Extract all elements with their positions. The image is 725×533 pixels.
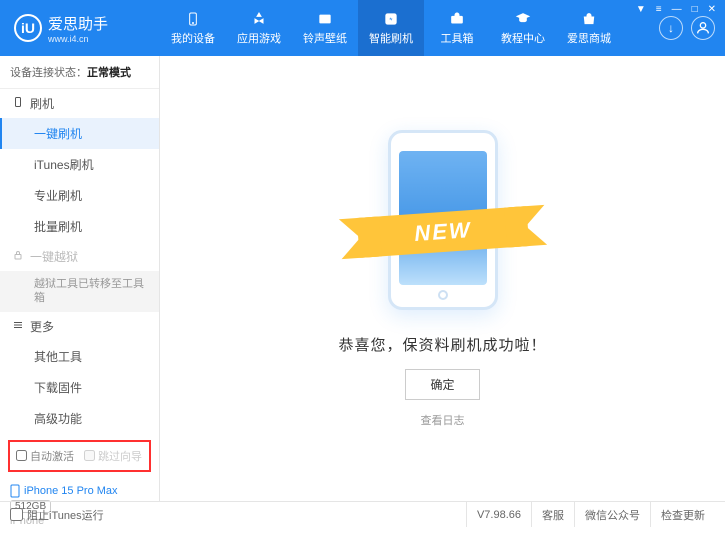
sidebar-group-0[interactable]: 刷机 <box>0 89 159 118</box>
nav-apps[interactable]: 应用游戏 <box>226 0 292 56</box>
toolbox-icon <box>447 10 467 28</box>
more-icon <box>12 319 24 334</box>
nav-store[interactable]: 爱思商城 <box>556 0 622 56</box>
nav-label: 爱思商城 <box>567 30 611 46</box>
user-icon <box>695 20 711 36</box>
sidebar-group-1[interactable]: 一键越狱 <box>0 242 159 271</box>
sidebar-item-2-2[interactable]: 高级功能 <box>0 403 159 434</box>
device-name[interactable]: iPhone 15 Pro Max <box>10 484 149 498</box>
skip-guide-checkbox[interactable]: 跳过向导 <box>84 448 142 464</box>
logo-icon: iU <box>14 14 42 42</box>
window-controls: ▼ ≡ — □ ✕ <box>633 4 719 15</box>
logo-area: iU 爱思助手 www.i4.cn <box>0 13 160 44</box>
sidebar-item-0-3[interactable]: 批量刷机 <box>0 211 159 242</box>
device-icon <box>183 10 203 28</box>
nav-ringtone[interactable]: 铃声壁纸 <box>292 0 358 56</box>
view-log-link[interactable]: 查看日志 <box>421 412 465 428</box>
nav-label: 智能刷机 <box>369 30 413 46</box>
sidebar-group-2[interactable]: 更多 <box>0 312 159 341</box>
success-message: 恭喜您，保资料刷机成功啦！ <box>338 334 546 355</box>
sidebar: 设备连接状态：正常模式 刷机一键刷机iTunes刷机专业刷机批量刷机一键越狱越狱… <box>0 56 160 501</box>
nav-label: 我的设备 <box>171 30 215 46</box>
phone-icon <box>10 484 20 498</box>
store-icon <box>579 10 599 28</box>
block-itunes-checkbox[interactable]: 阻止iTunes运行 <box>10 507 104 523</box>
connection-status: 设备连接状态：正常模式 <box>0 56 159 89</box>
nav-label: 工具箱 <box>441 30 474 46</box>
app-header: iU 爱思助手 www.i4.cn 我的设备 应用游戏 铃声壁纸 智能刷机 工具箱 教程中… <box>0 0 725 56</box>
phone-icon <box>12 96 24 111</box>
sidebar-item-0-0[interactable]: 一键刷机 <box>0 118 159 149</box>
nav-label: 应用游戏 <box>237 30 281 46</box>
nav-tutorial[interactable]: 教程中心 <box>490 0 556 56</box>
gift-icon[interactable]: ▼ <box>633 4 649 15</box>
new-banner: NEW <box>356 206 528 258</box>
maximize-button[interactable]: □ <box>689 4 701 15</box>
main-content: NEW 恭喜您，保资料刷机成功啦！ 确定 查看日志 <box>160 56 725 501</box>
sidebar-item-0-2[interactable]: 专业刷机 <box>0 180 159 211</box>
support-link[interactable]: 客服 <box>531 502 574 527</box>
nav-label: 铃声壁纸 <box>303 30 347 46</box>
header-right: ↓ <box>659 16 725 40</box>
update-link[interactable]: 检查更新 <box>650 502 715 527</box>
sidebar-item-0-1[interactable]: iTunes刷机 <box>0 149 159 180</box>
phone-illustration: NEW <box>378 130 508 310</box>
app-site: www.i4.cn <box>48 34 108 44</box>
version-label: V7.98.66 <box>466 502 531 527</box>
sidebar-options: 自动激活 跳过向导 <box>8 440 151 472</box>
auto-activate-checkbox[interactable]: 自动激活 <box>16 448 74 464</box>
minimize-button[interactable]: — <box>669 4 685 15</box>
tutorial-icon <box>513 10 533 28</box>
apps-icon <box>249 10 269 28</box>
settings-icon[interactable]: ≡ <box>653 4 665 15</box>
nav-toolbox[interactable]: 工具箱 <box>424 0 490 56</box>
footer: 阻止iTunes运行 V7.98.66 客服 微信公众号 检查更新 <box>0 501 725 527</box>
lock-icon <box>12 249 24 264</box>
sidebar-item-2-0[interactable]: 其他工具 <box>0 341 159 372</box>
app-title: 爱思助手 <box>48 13 108 34</box>
sidebar-item-1-0: 越狱工具已转移至工具箱 <box>0 271 159 312</box>
close-button[interactable]: ✕ <box>705 4 719 15</box>
ringtone-icon <box>315 10 335 28</box>
nav-bar: 我的设备 应用游戏 铃声壁纸 智能刷机 工具箱 教程中心 爱思商城 <box>160 0 659 56</box>
confirm-button[interactable]: 确定 <box>405 369 479 400</box>
nav-label: 教程中心 <box>501 30 545 46</box>
nav-flash[interactable]: 智能刷机 <box>358 0 424 56</box>
download-button[interactable]: ↓ <box>659 16 683 40</box>
user-button[interactable] <box>691 16 715 40</box>
flash-icon <box>381 10 401 28</box>
sidebar-item-2-1[interactable]: 下载固件 <box>0 372 159 403</box>
nav-device[interactable]: 我的设备 <box>160 0 226 56</box>
wechat-link[interactable]: 微信公众号 <box>574 502 650 527</box>
